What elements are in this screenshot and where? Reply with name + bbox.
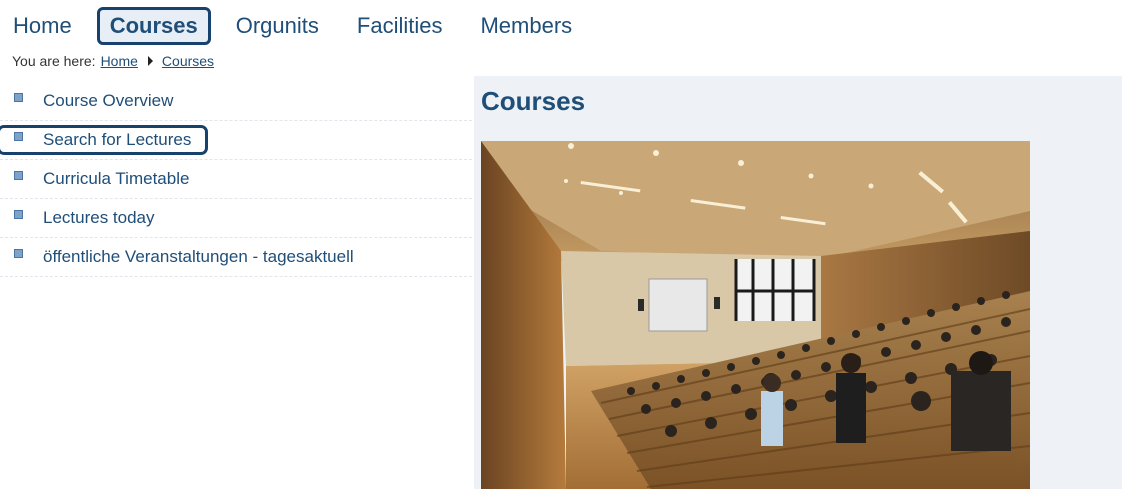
left-menu: Course Overview Search for Lectures Curr… [0,82,472,277]
page: Home Courses Orgunits Facilities Members… [0,0,1122,489]
menu-link-public-events[interactable]: öffentliche Veranstaltungen - tagesaktue… [43,246,354,268]
nav-orgunits[interactable]: Orgunits [223,7,332,45]
square-bullet-icon [14,132,23,141]
page-title: Courses [481,86,586,116]
top-navigation: Home Courses Orgunits Facilities Members [0,6,597,46]
content-panel: Courses [474,76,1122,489]
breadcrumb-prefix: You are here: [12,53,96,69]
breadcrumb: You are here: Home Courses [12,53,214,69]
square-bullet-icon [14,249,23,258]
breadcrumb-courses[interactable]: Courses [162,53,214,69]
lecture-hall-photo [481,141,1030,489]
menu-item-curricula-timetable: Curricula Timetable [0,160,472,199]
menu-link-curricula-timetable[interactable]: Curricula Timetable [43,168,189,190]
menu-item-lectures-today: Lectures today [0,199,472,238]
menu-item-search-lectures: Search for Lectures [0,121,472,160]
breadcrumb-arrow-icon [147,56,153,66]
square-bullet-icon [14,171,23,180]
nav-members[interactable]: Members [467,7,585,45]
square-bullet-icon [14,93,23,102]
menu-item-public-events: öffentliche Veranstaltungen - tagesaktue… [0,238,472,277]
menu-link-course-overview[interactable]: Course Overview [43,90,173,112]
breadcrumb-home[interactable]: Home [101,53,138,69]
menu-link-lectures-today[interactable]: Lectures today [43,207,155,229]
nav-facilities[interactable]: Facilities [344,7,456,45]
square-bullet-icon [14,210,23,219]
nav-courses[interactable]: Courses [96,7,211,45]
nav-home[interactable]: Home [0,7,85,45]
menu-link-search-lectures[interactable]: Search for Lectures [0,125,209,155]
menu-item-course-overview: Course Overview [0,82,472,121]
